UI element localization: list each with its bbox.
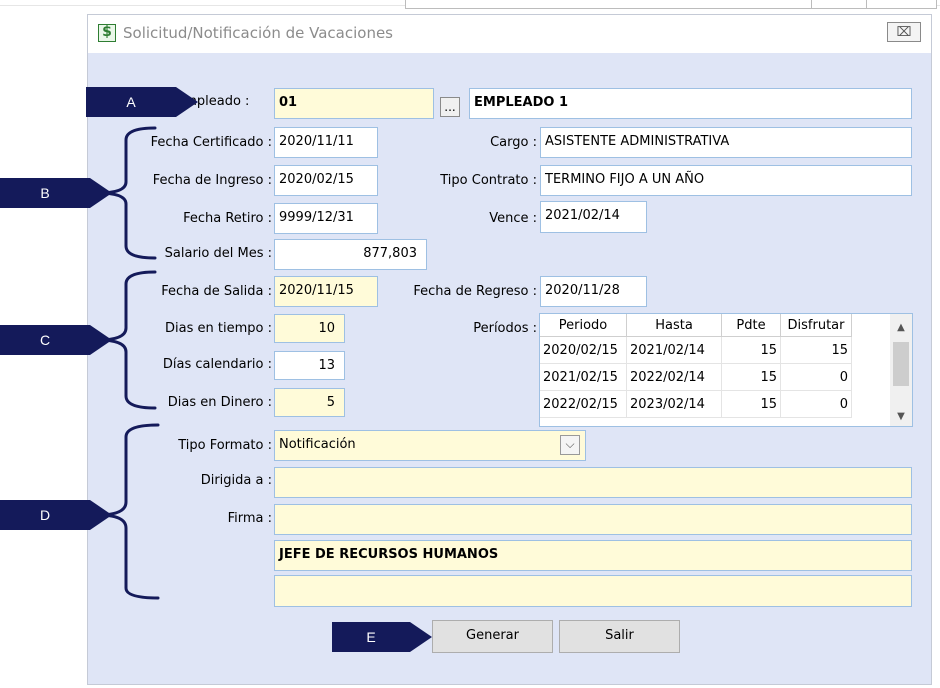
vence-field: 2021/02/14 xyxy=(540,201,647,233)
employee-code-field[interactable]: 01 xyxy=(274,88,434,119)
fecha-salida-field[interactable]: 2020/11/15 xyxy=(274,276,378,307)
firma-line-1-field[interactable] xyxy=(274,504,912,535)
firma-line-3-field[interactable] xyxy=(274,575,912,607)
dias-calendario-field[interactable]: 13 xyxy=(274,351,345,380)
dirigida-field[interactable] xyxy=(274,467,912,498)
cargo-field: ASISTENTE ADMINISTRATIVA xyxy=(540,127,912,158)
dirigida-label: Dirigida a : xyxy=(200,473,272,488)
background-toolbar-fragment xyxy=(405,0,937,9)
pdte-cell: 15 xyxy=(721,363,781,391)
close-button[interactable]: ⌧ xyxy=(887,22,921,42)
employee-lookup-button[interactable]: ... xyxy=(440,97,460,117)
disfrutar-cell[interactable]: 0 xyxy=(780,363,852,391)
employee-name-field: EMPLEADO 1 xyxy=(469,88,912,119)
pdte-cell: 15 xyxy=(721,390,781,418)
hasta-cell: 2022/02/14 xyxy=(626,363,722,391)
pdte-cell: 15 xyxy=(721,336,781,364)
dias-tiempo-field[interactable]: 10 xyxy=(274,314,345,343)
title-bar: $ Solicitud/Notificación de Vacaciones ⌧ xyxy=(88,15,931,53)
tipo-formato-value: Notificación xyxy=(279,437,356,452)
periodos-scrollbar[interactable]: ▲ ▼ xyxy=(890,314,912,426)
column-header-hasta[interactable]: Hasta xyxy=(626,314,722,337)
tipo-contrato-field: TERMINO FIJO A UN AÑO xyxy=(540,165,912,196)
generar-button[interactable]: Generar xyxy=(432,620,553,653)
fecha-ingreso-field[interactable]: 2020/02/15 xyxy=(274,165,378,196)
table-row[interactable]: 2022/02/15 2023/02/14 15 0 xyxy=(540,390,852,418)
scroll-thumb[interactable] xyxy=(893,342,909,386)
vence-label: Vence : xyxy=(489,211,537,226)
periodo-cell: 2021/02/15 xyxy=(540,363,627,391)
table-row[interactable]: 2021/02/15 2022/02/14 15 0 xyxy=(540,363,852,391)
column-header-periodo[interactable]: Periodo xyxy=(540,314,627,337)
tipo-formato-select[interactable]: Notificación ⌵ xyxy=(274,430,586,461)
periodos-label: Períodos : xyxy=(473,321,537,336)
fecha-retiro-field[interactable]: 9999/12/31 xyxy=(274,203,378,234)
dias-tiempo-label: Dias en tiempo : xyxy=(165,321,272,336)
disfrutar-cell[interactable]: 15 xyxy=(780,336,852,364)
fecha-certificado-field[interactable]: 2020/11/11 xyxy=(274,127,378,158)
window-title: Solicitud/Notificación de Vacaciones xyxy=(123,24,393,42)
cargo-label: Cargo : xyxy=(490,135,537,150)
fecha-certificado-label: Fecha Certificado : xyxy=(150,135,272,150)
app-money-icon: $ xyxy=(98,24,116,42)
fecha-regreso-field[interactable]: 2020/11/28 xyxy=(540,276,647,307)
salario-field[interactable]: 877,803 xyxy=(274,239,427,270)
tipo-formato-label: Tipo Formato : xyxy=(178,438,272,453)
dias-dinero-field[interactable]: 5 xyxy=(274,388,345,417)
table-row[interactable]: 2020/02/15 2021/02/14 15 15 xyxy=(540,336,852,364)
fecha-retiro-label: Fecha Retiro : xyxy=(183,211,272,226)
fecha-ingreso-label: Fecha de Ingreso : xyxy=(152,173,272,188)
periodo-cell: 2022/02/15 xyxy=(540,390,627,418)
tipo-contrato-label: Tipo Contrato : xyxy=(440,173,537,188)
firma-line-2-field[interactable]: JEFE DE RECURSOS HUMANOS xyxy=(274,540,912,571)
dias-dinero-label: Dias en Dinero : xyxy=(167,395,272,410)
column-header-pdte[interactable]: Pdte xyxy=(721,314,781,337)
scroll-down-icon[interactable]: ▼ xyxy=(890,408,912,426)
salario-label: Salario del Mes : xyxy=(164,246,272,261)
scroll-up-icon[interactable]: ▲ xyxy=(890,319,912,337)
column-header-disfrutar[interactable]: Disfrutar xyxy=(780,314,852,337)
disfrutar-cell[interactable]: 0 xyxy=(780,390,852,418)
fecha-regreso-label: Fecha de Regreso : xyxy=(413,284,537,299)
salir-button[interactable]: Salir xyxy=(559,620,680,653)
firma-label: Firma : xyxy=(227,511,272,526)
fecha-salida-label: Fecha de Salida : xyxy=(161,284,272,299)
chevron-down-icon[interactable]: ⌵ xyxy=(560,435,580,455)
periodos-header-row: Periodo Hasta Pdte Disfrutar xyxy=(540,314,852,337)
hasta-cell: 2023/02/14 xyxy=(626,390,722,418)
hasta-cell: 2021/02/14 xyxy=(626,336,722,364)
periodo-cell: 2020/02/15 xyxy=(540,336,627,364)
dias-calendario-label: Días calendario : xyxy=(162,357,272,372)
periodos-grid[interactable]: Periodo Hasta Pdte Disfrutar 2020/02/15 … xyxy=(539,313,913,427)
